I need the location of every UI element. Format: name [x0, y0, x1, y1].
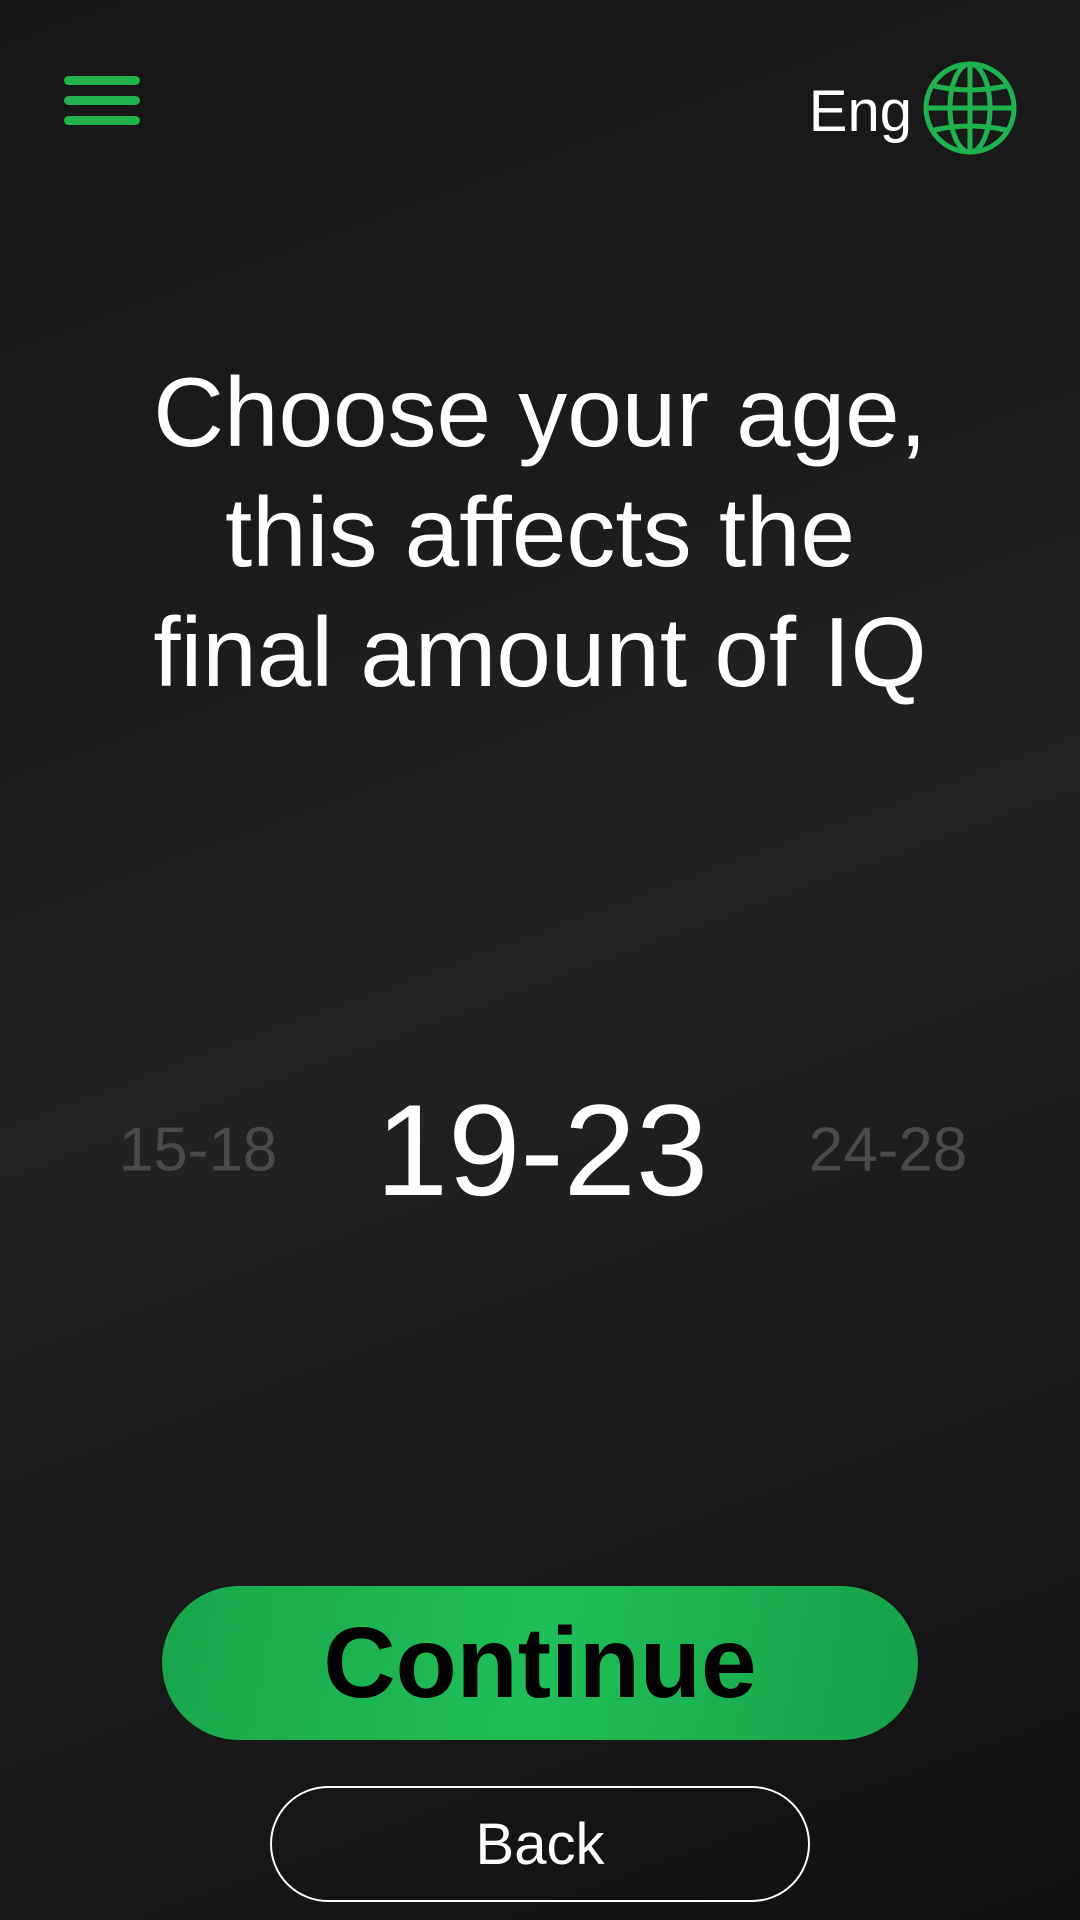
- hamburger-menu-icon-bar: [64, 96, 140, 105]
- age-option-next[interactable]: 24-28: [809, 1115, 968, 1186]
- globe-icon: [922, 60, 1018, 156]
- title-line: this affects the: [224, 477, 856, 587]
- age-picker[interactable]: 15-18 19-23 24-28: [0, 1070, 1080, 1230]
- hamburger-menu-icon: [64, 76, 140, 85]
- page-title: Choose your age, this affects the final …: [60, 352, 1020, 712]
- title-line: final amount of IQ: [153, 597, 927, 707]
- age-option-selected[interactable]: 19-23: [376, 1075, 709, 1225]
- language-label: Eng: [808, 79, 912, 144]
- title-line: Choose your age,: [153, 357, 927, 467]
- age-option-previous[interactable]: 15-18: [119, 1115, 278, 1186]
- language-switch[interactable]: Eng: [809, 60, 1018, 156]
- hamburger-menu-icon-bar: [64, 116, 140, 125]
- back-button[interactable]: Back: [270, 1786, 810, 1902]
- menu-button[interactable]: [60, 72, 142, 138]
- continue-button[interactable]: Continue: [162, 1586, 918, 1740]
